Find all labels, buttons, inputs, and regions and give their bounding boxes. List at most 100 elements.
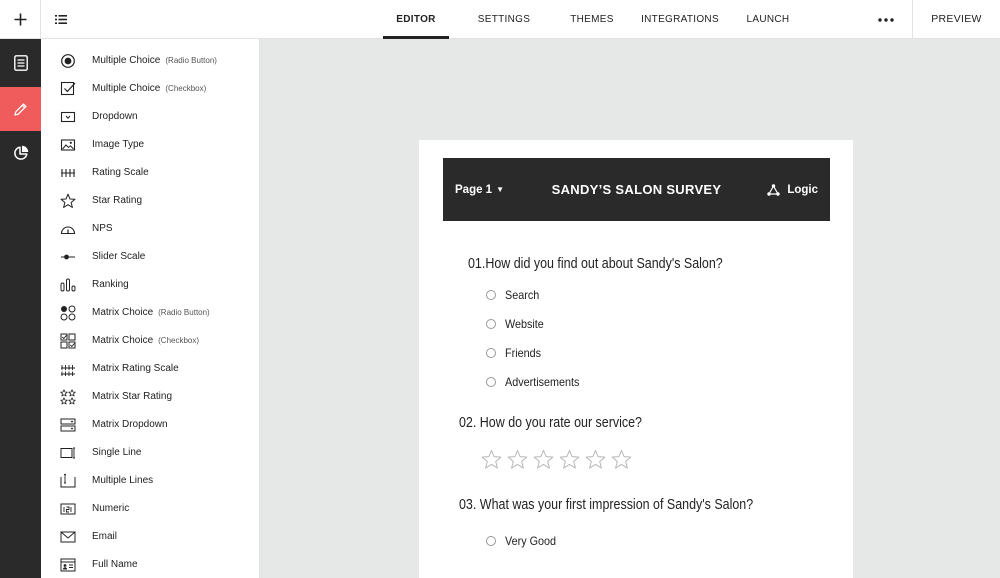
answer-option[interactable]: Website — [486, 315, 548, 333]
logic-button[interactable]: Logic — [767, 158, 818, 221]
palette-item-matrix-choice-radio[interactable]: Matrix Choice (Radio Button) — [41, 301, 259, 325]
palette-item-dropdown[interactable]: Dropdown — [41, 105, 259, 129]
answer-option[interactable]: Search — [486, 286, 543, 304]
checkbox-icon — [59, 80, 76, 97]
tab-integrations[interactable]: INTEGRATIONS — [640, 0, 720, 39]
radio-button[interactable] — [486, 319, 496, 329]
radio-button[interactable] — [486, 348, 496, 358]
palette-item-image-type[interactable]: Image Type — [41, 133, 259, 157]
palette-item-matrix-star-rating[interactable]: Matrix Star Rating — [41, 385, 259, 409]
tab-editor[interactable]: EDITOR — [383, 0, 449, 39]
plus-icon — [14, 13, 26, 26]
palette-item-single-line[interactable]: Single Line — [41, 441, 259, 465]
palette-item-matrix-rating-scale[interactable]: Matrix Rating Scale — [41, 357, 259, 381]
palette-item-multiple-choice-checkbox[interactable]: Multiple Choice (Checkbox) — [41, 77, 259, 101]
palette-item-label: Matrix Choice — [92, 307, 154, 318]
question-title: 01.How did you find out about Sandy's Sa… — [468, 256, 723, 272]
palette-item-matrix-dropdown[interactable]: Matrix Dropdown — [41, 413, 259, 437]
matrix-checkbox-icon — [59, 332, 76, 349]
palette-item-label: Ranking — [92, 279, 129, 290]
more-dots-icon — [878, 17, 894, 22]
palette-item-sublabel: (Radio Button) — [165, 56, 217, 65]
answer-option-label: Website — [505, 317, 544, 331]
more-button[interactable] — [872, 0, 900, 39]
palette-item-matrix-choice-checkbox[interactable]: Matrix Choice (Checkbox) — [41, 329, 259, 353]
palette-item-label: Numeric — [92, 503, 130, 514]
survey-canvas: Page 1 ▼ SANDY’S SALON SURVEY Logic 01.Ho… — [419, 140, 853, 578]
palette-item-slider-scale[interactable]: Slider Scale — [41, 245, 259, 269]
answer-option[interactable]: Very Good — [486, 532, 562, 550]
star-icon[interactable] — [611, 449, 632, 470]
star-rating — [481, 449, 632, 470]
answer-option-label: Very Good — [505, 534, 557, 548]
answer-option[interactable]: Advertisements — [486, 373, 588, 391]
ranking-icon — [59, 276, 76, 293]
palette-item-email[interactable]: Email — [41, 525, 259, 549]
gauge-icon — [59, 220, 76, 237]
tab-themes[interactable]: THEMES — [562, 0, 622, 39]
palette-item-label: Matrix Rating Scale — [92, 363, 179, 374]
list-icon — [55, 15, 67, 24]
star-icon[interactable] — [481, 449, 502, 470]
palette-item-label: Matrix Star Rating — [92, 391, 173, 402]
radio-button-icon — [59, 52, 76, 69]
palette-item-multiple-choice-radio[interactable]: Multiple Choice (Radio Button) — [41, 49, 259, 73]
palette-item-label: Image Type — [92, 139, 145, 150]
palette-item-label: Multiple Lines — [92, 475, 154, 486]
question-type-palette: Multiple Choice (Radio Button) Multiple C… — [41, 39, 260, 578]
email-icon — [59, 528, 76, 545]
radio-button[interactable] — [486, 290, 496, 300]
palette-item-label: Matrix Dropdown — [92, 419, 168, 430]
radio-button[interactable] — [486, 377, 496, 387]
rail-item-document[interactable] — [0, 41, 41, 85]
palette-item-label: Slider Scale — [92, 251, 146, 262]
add-button[interactable] — [0, 0, 41, 39]
palette-item-numeric[interactable]: Numeric — [41, 497, 259, 521]
star-icon[interactable] — [559, 449, 580, 470]
star-icon[interactable] — [507, 449, 528, 470]
palette-item-label: Multiple Choice — [92, 55, 161, 66]
rail-item-analytics[interactable] — [0, 131, 41, 175]
palette-item-nps[interactable]: NPS — [41, 217, 259, 241]
palette-item-rating-scale[interactable]: Rating Scale — [41, 161, 259, 185]
rail-item-edit[interactable] — [0, 87, 41, 131]
palette-item-label: Single Line — [92, 447, 142, 458]
palette-item-label: Matrix Choice — [92, 335, 154, 346]
radio-button[interactable] — [486, 536, 496, 546]
top-bar: EDITOR SETTINGS THEMES INTEGRATIONS LAUN… — [0, 0, 1000, 39]
question-title: 02. How do you rate our service? — [459, 415, 642, 431]
document-icon — [13, 55, 28, 71]
palette-item-full-name[interactable]: Full Name — [41, 553, 259, 577]
question-title: 03. What was your first impression of Sa… — [459, 497, 754, 513]
answer-option-label: Search — [505, 288, 540, 302]
numeric-icon — [59, 500, 76, 517]
pie-chart-icon — [13, 145, 28, 160]
matrix-star-icon — [59, 388, 76, 405]
survey-header: Page 1 ▼ SANDY’S SALON SURVEY Logic — [443, 158, 830, 221]
answer-option-label: Advertisements — [505, 375, 580, 389]
multiple-lines-icon — [59, 472, 76, 489]
full-name-icon — [59, 556, 76, 573]
answer-option[interactable]: Friends — [486, 344, 545, 362]
palette-item-sublabel: (Checkbox) — [165, 84, 207, 93]
preview-button[interactable]: PREVIEW — [912, 0, 1000, 39]
single-line-icon — [59, 444, 76, 461]
outline-button[interactable] — [50, 0, 72, 39]
matrix-dropdown-icon — [59, 416, 76, 433]
dropdown-icon — [59, 108, 76, 125]
answer-option-label: Friends — [505, 346, 542, 360]
logic-label: Logic — [787, 183, 818, 196]
star-icon[interactable] — [533, 449, 554, 470]
palette-item-ranking[interactable]: Ranking — [41, 273, 259, 297]
star-icon[interactable] — [585, 449, 606, 470]
tab-settings[interactable]: SETTINGS — [470, 0, 538, 39]
pencil-icon — [14, 102, 27, 116]
matrix-radio-icon — [59, 304, 76, 321]
palette-item-multiple-lines[interactable]: Multiple Lines — [41, 469, 259, 493]
palette-item-label: Star Rating — [92, 195, 143, 206]
palette-item-label: Rating Scale — [92, 167, 149, 178]
palette-item-star-rating[interactable]: Star Rating — [41, 189, 259, 213]
palette-item-label: Dropdown — [92, 111, 138, 122]
tab-launch[interactable]: LAUNCH — [740, 0, 796, 39]
palette-item-label: Email — [92, 531, 118, 542]
